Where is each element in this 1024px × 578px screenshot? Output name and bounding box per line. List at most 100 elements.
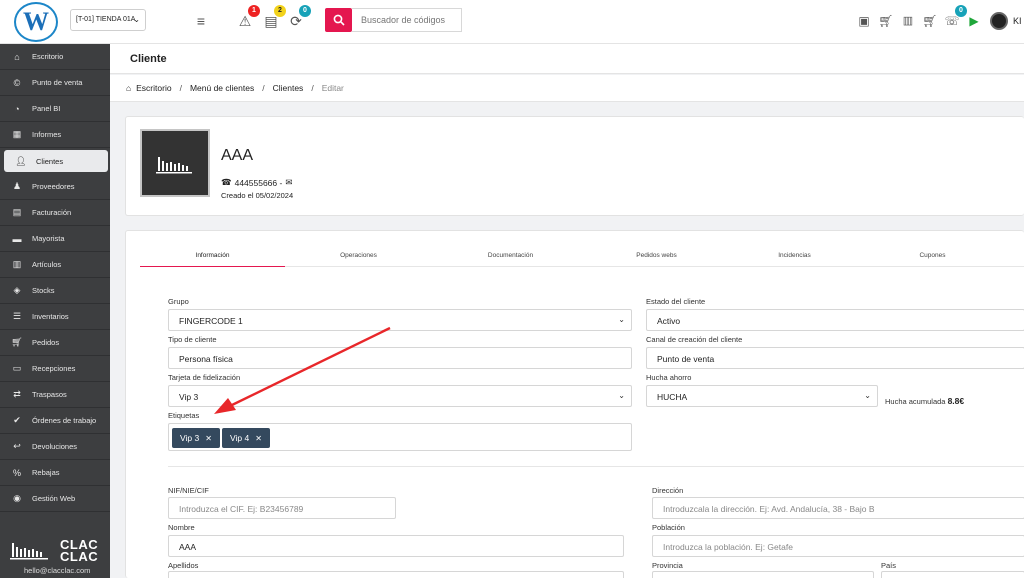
sidebar-item-facturacion[interactable]: ▤ Facturación (0, 200, 110, 226)
globe-icon: ◉ (13, 493, 21, 503)
sidebar-item-label: Mayorista (32, 234, 65, 243)
sidebar-item-label: Rebajas (32, 468, 60, 477)
tab-cupones[interactable]: Cupones (860, 249, 1005, 267)
chevron-down-icon: ⌄ (864, 391, 871, 400)
breadcrumb-menu-clientes[interactable]: Menú de clientes (190, 83, 254, 93)
apellidos-input[interactable] (168, 571, 624, 578)
sidebar-item-gestion-web[interactable]: ◉ Gestión Web (0, 486, 110, 512)
tag-chip: Vip 4 ✕ (222, 428, 270, 448)
poblacion-label: Población (652, 523, 685, 532)
logo-letter: W (23, 7, 49, 36)
cart-check-icon[interactable]: 🛒︎ (921, 12, 939, 30)
sidebar-item-informes[interactable]: ▦ Informes (0, 122, 110, 148)
store-selector[interactable]: [T-01] TIENDA 01A ⌄ (70, 9, 146, 31)
bar-chart-icon: ▦ (12, 129, 22, 139)
poblacion-input[interactable]: Introduzca la población. Ej: Getafe (652, 535, 1024, 557)
hucha-select[interactable]: HUCHA ⌄ (646, 385, 878, 407)
tarjeta-select[interactable]: Vip 3 ⌄ (168, 385, 632, 407)
page-title: Cliente (110, 44, 1024, 74)
client-image[interactable] (140, 129, 210, 197)
hucha-label: Hucha ahorro (646, 373, 692, 382)
sidebar-item-label: Gestión Web (32, 494, 76, 503)
sidebar-item-label: Stocks (32, 286, 55, 295)
direccion-placeholder: Introduzcala la dirección. Ej: Avd. Anda… (663, 504, 875, 514)
sidebar-item-traspasos[interactable]: ⇄ Traspasos (0, 382, 110, 408)
sidebar-item-label: Escritorio (32, 52, 64, 61)
close-icon[interactable]: ✕ (205, 434, 212, 443)
avatar[interactable] (990, 12, 1008, 30)
sidebar-item-mayorista[interactable]: ▬ Mayorista (0, 226, 110, 252)
sidebar-menu: ⌂ Escritorio © Punto de venta ◔ Panel BI ▦ Info… (0, 44, 110, 512)
brand-logo-icon (10, 543, 48, 560)
sidebar-item-pedidos[interactable]: 🛒︎ Pedidos (0, 330, 110, 356)
users-icon: 👤︎ (15, 155, 27, 166)
tipo-value: Persona física (179, 354, 233, 364)
nif-input[interactable]: Introduzca el CIF. Ej: B23456789 (168, 497, 396, 519)
sidebar-item-panel-bi[interactable]: ◔ Panel BI (0, 96, 110, 122)
grupo-label: Grupo (168, 297, 189, 306)
provincia-input[interactable] (652, 571, 874, 578)
documents-icon[interactable]: ▤ 2 (262, 5, 286, 30)
sidebar-item-punto-de-venta[interactable]: © Punto de venta (0, 70, 110, 96)
cart-icon[interactable]: 🛒︎ (877, 12, 895, 30)
grupo-select[interactable]: FINGERCODE 1 ⌄ (168, 309, 632, 331)
clipboard-icon[interactable]: ▣ (855, 12, 873, 30)
tipo-label: Tipo de cliente (168, 335, 217, 344)
breadcrumb-editar: Editar (321, 83, 344, 93)
code-search-input[interactable] (352, 8, 462, 32)
app-logo[interactable]: W (14, 2, 58, 42)
sidebar-item-clientes[interactable]: 👤︎ Clientes (4, 150, 108, 172)
sidebar-item-devoluciones[interactable]: ↩ Devoluciones (0, 434, 110, 460)
sidebar-item-recepciones[interactable]: ▭ Recepciones (0, 356, 110, 382)
pie-chart-icon: ◔ (14, 103, 20, 114)
alert-icon[interactable]: ⚠ 1 (236, 5, 260, 30)
search-button[interactable] (325, 8, 352, 32)
tab-pedidos-webs[interactable]: Pedidos webs (584, 249, 729, 267)
tab-operaciones[interactable]: Operaciones (286, 249, 431, 267)
sidebar-item-inventarios[interactable]: ☰ Inventarios (0, 304, 110, 330)
sidebar-item-stocks[interactable]: ◈ Stocks (0, 278, 110, 304)
close-icon[interactable]: ✕ (255, 434, 262, 443)
play-icon[interactable]: ▶ (965, 12, 983, 30)
home-icon: ⌂ (126, 83, 132, 93)
user-initials[interactable]: KI (1013, 16, 1022, 26)
nif-placeholder: Introduzca el CIF. Ej: B23456789 (179, 504, 304, 514)
sidebar-item-escritorio[interactable]: ⌂ Escritorio (0, 44, 110, 70)
direccion-input[interactable]: Introduzcala la dirección. Ej: Avd. Anda… (652, 497, 1024, 519)
breadcrumb-clientes[interactable]: Clientes (273, 83, 304, 93)
client-details-card: Información Operaciones Documentación Pe… (125, 230, 1024, 578)
check-icon: ✔ (13, 415, 21, 425)
sidebar-item-ordenes-de-trabajo[interactable]: ✔ Órdenes de trabajo (0, 408, 110, 434)
tab-bar: Información Operaciones Documentación Pe… (140, 249, 1024, 267)
etiquetas-input[interactable]: Vip 3 ✕ Vip 4 ✕ (168, 423, 632, 451)
barcode-icon[interactable]: ▥ (899, 12, 917, 30)
sidebar-item-label: Órdenes de trabajo (32, 416, 97, 425)
canal-select[interactable]: Punto de venta (646, 347, 1024, 369)
breadcrumb-separator: / (262, 83, 265, 93)
tab-documentacion[interactable]: Documentación (438, 249, 583, 267)
sidebar-item-rebajas[interactable]: % Rebajas (0, 460, 110, 486)
nombre-input[interactable]: AAA (168, 535, 624, 557)
pais-input[interactable] (881, 571, 1024, 578)
apellidos-label: Apellidos (168, 561, 199, 570)
supplier-icon: ♟ (12, 181, 22, 191)
tipo-cliente-select[interactable]: Persona física (168, 347, 632, 369)
estado-select[interactable]: Activo (646, 309, 1024, 331)
tab-incidencias[interactable]: Incidencias (722, 249, 867, 267)
breadcrumb-separator: / (179, 83, 182, 93)
email-icon[interactable]: ✉ (285, 177, 292, 188)
brand-block: CLAC CLAC hello@clacclac.com (10, 538, 98, 575)
refresh-icon[interactable]: ⟳ 0 (287, 5, 311, 30)
chat-icon[interactable]: ☏ 0 (943, 5, 967, 30)
tab-informacion[interactable]: Información (140, 249, 285, 267)
etiquetas-label: Etiquetas (168, 411, 200, 420)
client-phone-value: 444555666 - (234, 177, 283, 188)
cart-icon: 🛒︎ (11, 337, 23, 347)
return-cart-icon: ↩ (13, 441, 21, 451)
sidebar-item-proveedores[interactable]: ♟ Proveedores (0, 174, 110, 200)
tarjeta-label: Tarjeta de fidelización (168, 373, 241, 382)
breadcrumb-escritorio[interactable]: Escritorio (136, 83, 171, 93)
search-icon (333, 14, 345, 26)
sidebar-item-articulos[interactable]: ▥ Artículos (0, 252, 110, 278)
hamburger-menu-icon[interactable]: ≡ (192, 12, 210, 30)
